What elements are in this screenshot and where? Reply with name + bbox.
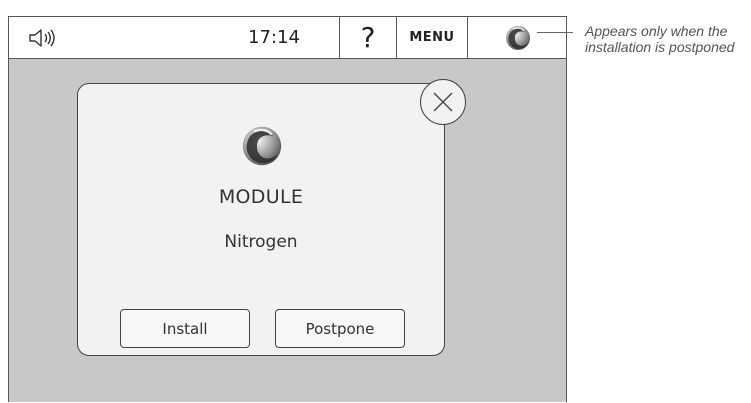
postpone-button[interactable]: Postpone <box>275 309 405 348</box>
module-swirl-icon <box>505 25 530 50</box>
module-dialog: MODULE Nitrogen Install Postpone <box>77 83 445 356</box>
clock-time: 17:14 <box>248 27 300 48</box>
dialog-subtitle: Nitrogen <box>224 232 298 252</box>
menu-button[interactable]: MENU <box>396 17 467 58</box>
speaker-volume-icon <box>29 28 55 47</box>
install-button[interactable]: Install <box>120 309 250 348</box>
top-bar: 17:14 ? MENU <box>9 17 566 59</box>
module-swirl-icon <box>242 126 282 166</box>
close-button[interactable] <box>420 79 466 125</box>
close-icon <box>433 92 453 112</box>
callout-annotation: Appears only when the installation is po… <box>585 23 735 55</box>
dialog-title: MODULE <box>218 186 304 208</box>
help-button[interactable]: ? <box>339 17 396 58</box>
speaker-button[interactable] <box>9 17 79 58</box>
postponed-module-button[interactable] <box>467 17 567 58</box>
callout-line <box>537 32 573 33</box>
